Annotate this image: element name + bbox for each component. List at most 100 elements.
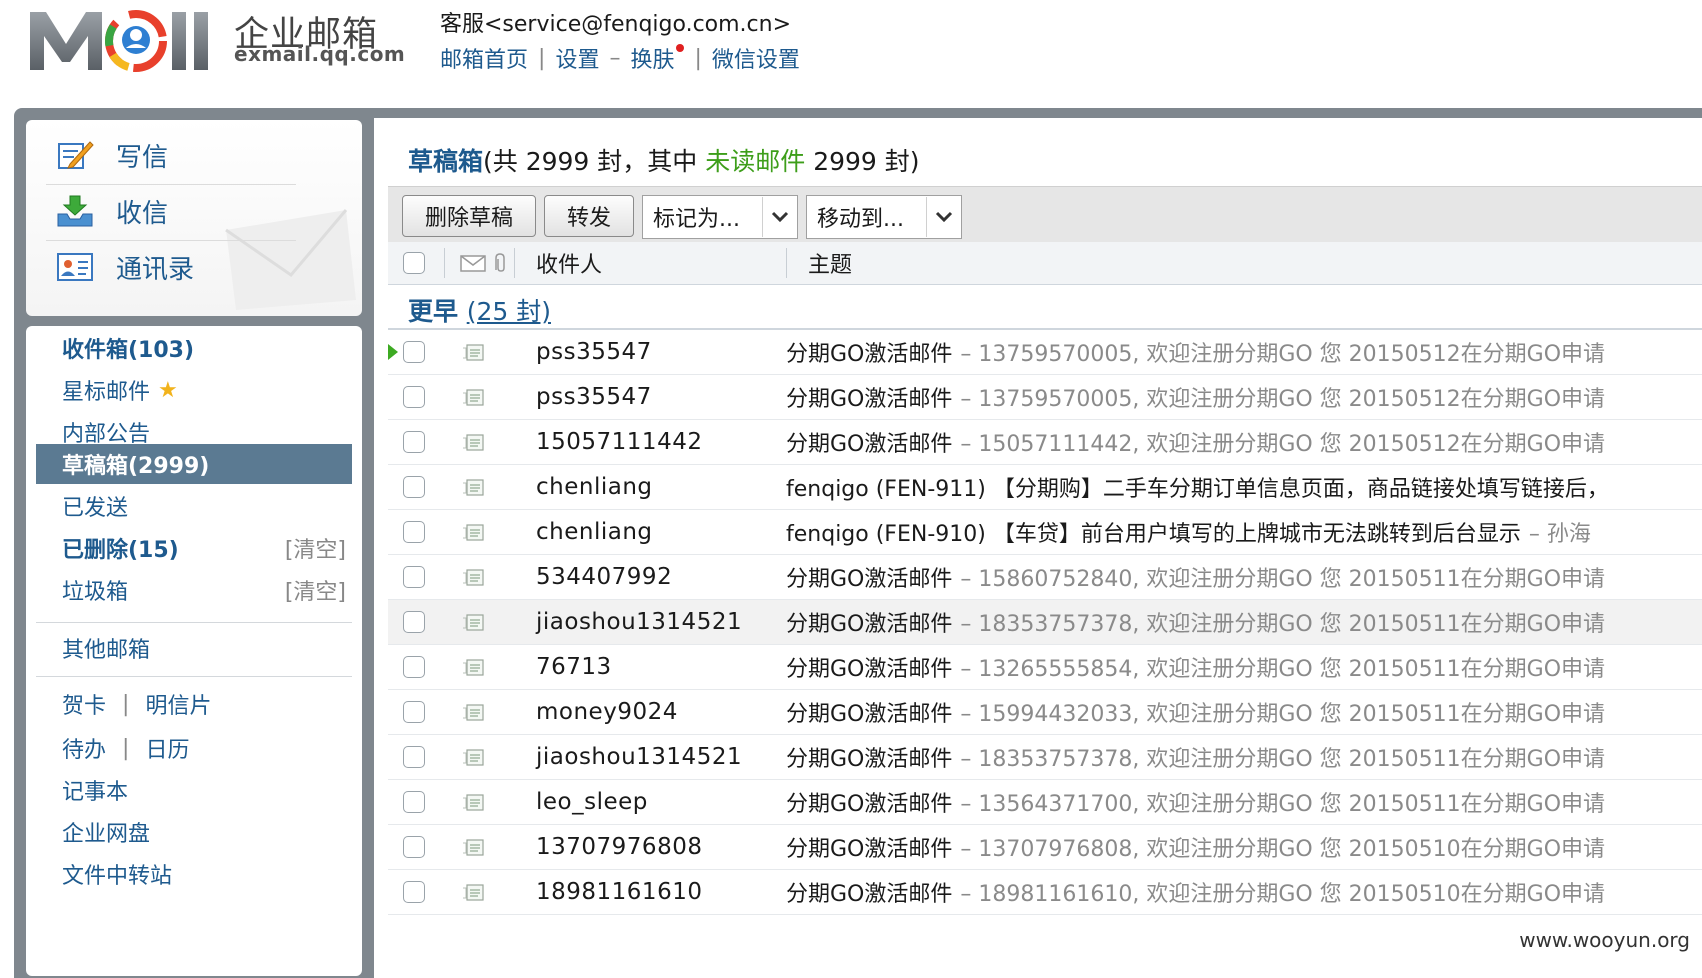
notes-link[interactable]: 记事本 bbox=[36, 768, 352, 812]
row-subject-text: 分期GO激活邮件 bbox=[786, 387, 953, 412]
mail-attachment-header[interactable] bbox=[460, 242, 510, 284]
home-link[interactable]: 邮箱首页 bbox=[440, 42, 528, 74]
column-separator bbox=[514, 248, 515, 278]
row-preview: – 18353757378, 欢迎注册分期GO 您 20150511在分期GO申… bbox=[960, 747, 1606, 772]
folder-label: 草稿箱(2999) bbox=[62, 454, 210, 479]
mail-row[interactable]: leo_sleep 分期GO激活邮件 – 13564371700, 欢迎注册分期G… bbox=[388, 780, 1702, 825]
row-preview: – 13265555854, 欢迎注册分期GO 您 20150511在分期GO申… bbox=[960, 657, 1606, 682]
row-checkbox[interactable] bbox=[403, 611, 425, 633]
unread-link[interactable]: 未读邮件 bbox=[705, 147, 805, 176]
mail-row[interactable]: money9024 分期GO激活邮件 – 15994432033, 欢迎注册分期G… bbox=[388, 690, 1702, 735]
folder-inbox[interactable]: 收件箱(103) bbox=[36, 326, 352, 370]
row-subject: 分期GO激活邮件 – 15860752840, 欢迎注册分期GO 您 201505… bbox=[786, 555, 1605, 599]
calendar-link[interactable]: 日历 bbox=[145, 732, 189, 764]
draft-icon bbox=[463, 389, 484, 406]
folder-starred[interactable]: 星标邮件 ★ bbox=[36, 368, 352, 412]
folder-deleted[interactable]: 已删除(15) [清空] bbox=[36, 526, 352, 570]
folder-drafts[interactable]: 草稿箱(2999) bbox=[36, 444, 352, 484]
row-checkbox[interactable] bbox=[403, 836, 425, 858]
disk-link[interactable]: 企业网盘 bbox=[36, 810, 352, 854]
group-count-link[interactable]: (25 封) bbox=[467, 297, 551, 326]
folder-label: 文件中转站 bbox=[62, 864, 173, 889]
draft-icon bbox=[463, 344, 484, 361]
mail-row[interactable]: 15057111442 分期GO激活邮件 – 15057111442, 欢迎注册分… bbox=[388, 420, 1702, 465]
compose-button[interactable]: 写信 bbox=[56, 132, 168, 178]
mark-as-label: 标记为... bbox=[653, 207, 740, 232]
transfer-link[interactable]: 文件中转站 bbox=[36, 852, 352, 896]
row-subject: fenqigo (FEN-911) 【分期购】二手车分期订单信息页面，商品链接处… bbox=[786, 465, 1617, 509]
draft-icon bbox=[463, 614, 484, 631]
row-sender: 534407992 bbox=[536, 564, 673, 590]
row-subject-text: 分期GO激活邮件 bbox=[786, 792, 953, 817]
mail-logo-icon[interactable] bbox=[28, 4, 248, 74]
clear-deleted-button[interactable]: [清空] bbox=[285, 532, 346, 564]
chevron-down-icon bbox=[762, 197, 797, 237]
draft-icon bbox=[463, 884, 484, 901]
row-subject-text: 分期GO激活邮件 bbox=[786, 882, 953, 907]
main-panel: 草稿箱(共 2999 封，其中 未读邮件 2999 封) 删除草稿 转发 标记为… bbox=[374, 118, 1702, 978]
draft-icon bbox=[463, 434, 484, 451]
contacts-button[interactable]: 通讯录 bbox=[56, 244, 194, 290]
postcard-link[interactable]: 明信片 bbox=[145, 688, 211, 720]
row-sender: pss35547 bbox=[536, 384, 652, 410]
wechat-settings-link[interactable]: 微信设置 bbox=[712, 42, 800, 74]
row-checkbox[interactable] bbox=[403, 386, 425, 408]
row-subject-text: 分期GO激活邮件 bbox=[786, 657, 953, 682]
row-checkbox[interactable] bbox=[403, 431, 425, 453]
receive-button[interactable]: 收信 bbox=[56, 188, 168, 234]
row-subject: 分期GO激活邮件 – 13759570005, 欢迎注册分期GO 您 201505… bbox=[786, 330, 1605, 374]
select-all-checkbox[interactable] bbox=[403, 242, 425, 284]
mail-row[interactable]: 76713 分期GO激活邮件 – 13265555854, 欢迎注册分期GO 您 … bbox=[388, 645, 1702, 690]
mail-row[interactable]: 13707976808 分期GO激活邮件 – 13707976808, 欢迎注册分… bbox=[388, 825, 1702, 870]
row-checkbox[interactable] bbox=[403, 746, 425, 768]
row-checkbox[interactable] bbox=[403, 476, 425, 498]
mark-as-dropdown[interactable]: 标记为... bbox=[642, 195, 798, 239]
main-frame bbox=[364, 108, 374, 978]
todo-link[interactable]: 待办 bbox=[36, 732, 106, 764]
folder-label: 垃圾箱 bbox=[62, 580, 129, 605]
delete-draft-button[interactable]: 删除草稿 bbox=[402, 195, 536, 237]
row-checkbox[interactable] bbox=[403, 566, 425, 588]
skin-link[interactable]: 换肤 bbox=[630, 42, 674, 74]
row-sender: pss35547 bbox=[536, 339, 652, 365]
row-checkbox[interactable] bbox=[403, 881, 425, 903]
mail-row[interactable]: chenliang fenqigo (FEN-911) 【分期购】二手车分期订单… bbox=[388, 465, 1702, 510]
mail-row[interactable]: jiaoshou1314521 分期GO激活邮件 – 18353757378, 欢… bbox=[388, 600, 1702, 645]
recipient-column-header[interactable]: 收件人 bbox=[536, 242, 602, 284]
forward-button[interactable]: 转发 bbox=[544, 195, 634, 237]
row-subject-text: 分期GO激活邮件 bbox=[786, 567, 953, 592]
row-subject: 分期GO激活邮件 – 13707976808, 欢迎注册分期GO 您 201505… bbox=[786, 825, 1605, 869]
clear-trash-button[interactable]: [清空] bbox=[285, 574, 346, 606]
row-sender: money9024 bbox=[536, 699, 678, 725]
mail-row[interactable]: pss35547 分期GO激活邮件 – 13759570005, 欢迎注册分期GO… bbox=[388, 330, 1702, 375]
row-subject-text: 分期GO激活邮件 bbox=[786, 747, 953, 772]
row-checkbox[interactable] bbox=[403, 521, 425, 543]
move-to-dropdown[interactable]: 移动到... bbox=[806, 195, 962, 239]
mail-row[interactable]: 534407992 分期GO激活邮件 – 15860752840, 欢迎注册分期G… bbox=[388, 555, 1702, 600]
divider bbox=[36, 622, 352, 623]
row-checkbox[interactable] bbox=[403, 701, 425, 723]
card-link[interactable]: 贺卡 bbox=[36, 688, 106, 720]
row-checkbox[interactable] bbox=[403, 791, 425, 813]
row-sender: 15057111442 bbox=[536, 429, 703, 455]
draft-icon bbox=[463, 704, 484, 721]
folder-other[interactable]: 其他邮箱 bbox=[36, 626, 352, 670]
divider bbox=[36, 676, 352, 677]
mail-row[interactable]: pss35547 分期GO激活邮件 – 13759570005, 欢迎注册分期GO… bbox=[388, 375, 1702, 420]
mail-row[interactable]: jiaoshou1314521 分期GO激活邮件 – 18353757378, 欢… bbox=[388, 735, 1702, 780]
row-sender: 76713 bbox=[536, 654, 612, 680]
settings-link[interactable]: 设置 bbox=[555, 42, 599, 74]
row-checkbox[interactable] bbox=[403, 656, 425, 678]
mail-row[interactable]: chenliang fenqigo (FEN-910) 【车贷】前台用户填写的上… bbox=[388, 510, 1702, 555]
header: 企业邮箱 exmail.qq.com 客服<service@fenqigo.co… bbox=[0, 0, 1702, 100]
mail-row[interactable]: 18981161610 分期GO激活邮件 – 18981161610, 欢迎注册分… bbox=[388, 870, 1702, 915]
draft-icon bbox=[463, 794, 484, 811]
row-preview: – 18353757378, 欢迎注册分期GO 您 20150511在分期GO申… bbox=[960, 612, 1606, 637]
subject-column-header[interactable]: 主题 bbox=[808, 242, 852, 284]
folder-trash[interactable]: 垃圾箱 [清空] bbox=[36, 568, 352, 612]
envelope-decoration-icon bbox=[225, 209, 356, 310]
folder-sent[interactable]: 已发送 bbox=[36, 484, 352, 528]
draft-icon bbox=[463, 839, 484, 856]
row-checkbox[interactable] bbox=[403, 341, 425, 363]
row-sender: chenliang bbox=[536, 474, 653, 500]
